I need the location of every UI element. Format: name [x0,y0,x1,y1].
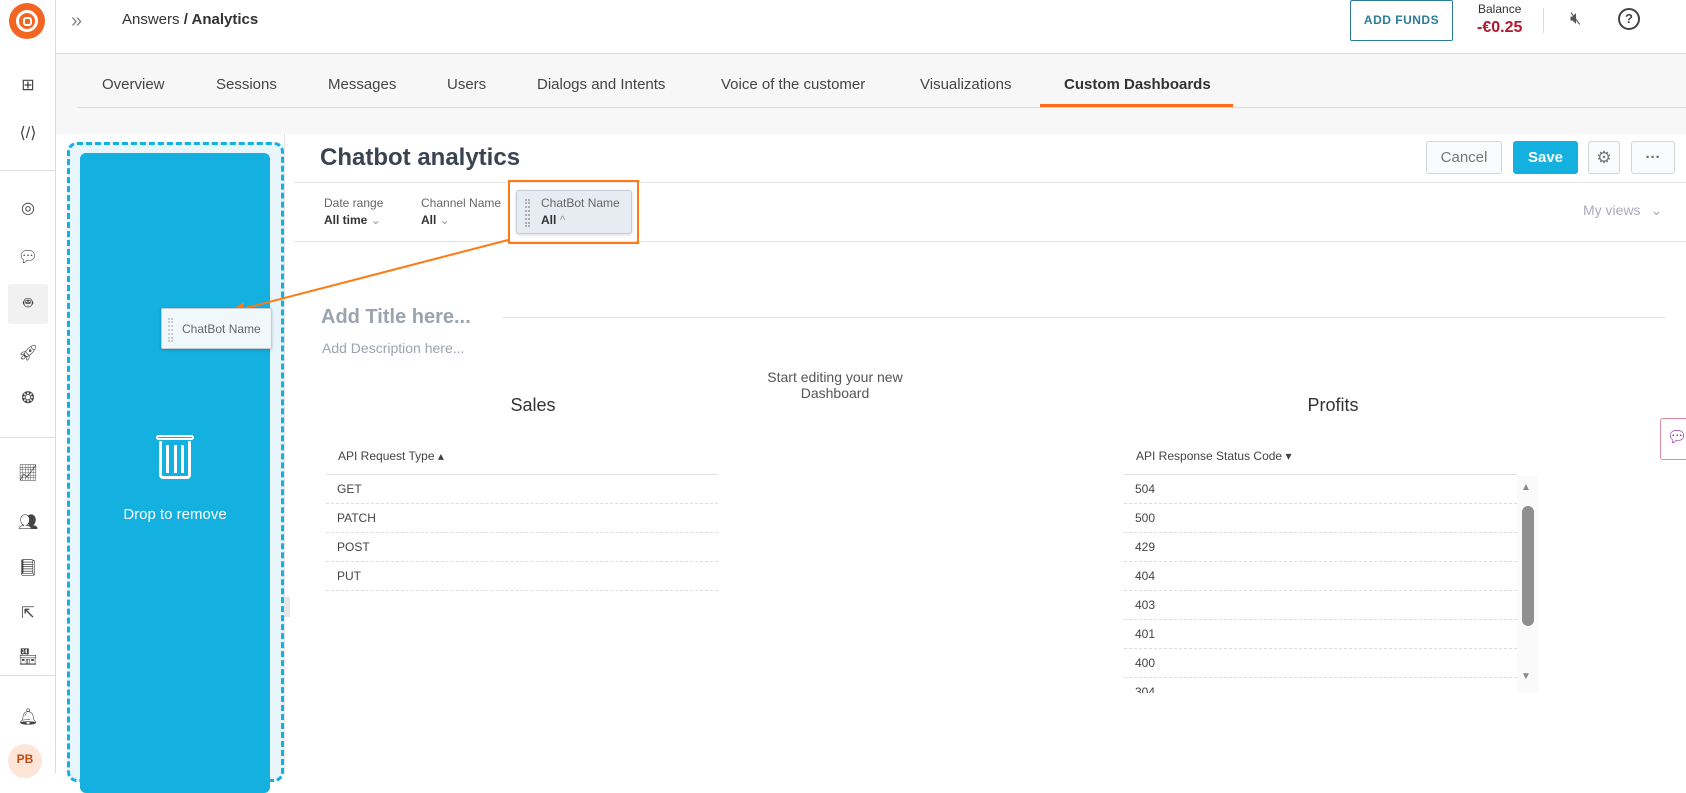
target-icon[interactable]: ◎ [8,188,48,228]
table-row[interactable]: POST [326,533,718,562]
table-row[interactable]: PATCH [326,504,718,533]
add-funds-button[interactable]: ADD FUNDS [1350,0,1453,41]
table-row[interactable]: 401 [1124,620,1517,649]
chevron-down-icon: ⌄ [439,213,450,227]
start-editing-label: Start editing your new Dashboard [767,369,903,401]
filter-chatbot-name[interactable]: ChatBot Name All ^ [516,190,632,234]
table-row[interactable]: PUT [326,562,718,591]
drag-handle-icon[interactable] [525,199,530,227]
scrollbar[interactable]: ▲ ▼ [1517,476,1538,693]
tab-sessions[interactable]: Sessions [216,76,277,93]
table-row[interactable]: GET [326,475,718,504]
table-row[interactable]: 429 [1124,533,1517,562]
table-row[interactable]: 403 [1124,591,1517,620]
cancel-button[interactable]: Cancel [1426,141,1502,174]
sort-desc-icon: ▾ [1285,449,1292,463]
code-icon[interactable]: ⟨/⟩ [8,113,48,153]
splitter-handle[interactable] [284,597,290,617]
column-header-api-request-type[interactable]: API Request Type ▴ [326,443,718,475]
bot-icon[interactable]: 🤖︎ [8,284,48,324]
sales-table: API Request Type ▴ GET PATCH POST PUT [326,443,718,591]
breadcrumb-current: Analytics [191,11,259,28]
chat-icon[interactable]: 💬︎ [8,237,48,277]
apps-add-icon[interactable]: ⊞ [8,65,48,105]
table-row[interactable]: 504 [1124,475,1517,504]
tab-overview[interactable]: Overview [102,76,165,93]
tab-custom-dashboards[interactable]: Custom Dashboards [1064,76,1211,93]
logo[interactable] [9,3,45,39]
save-button[interactable]: Save [1513,141,1578,174]
filter-date-range[interactable]: Date range All time ⌄ [324,196,383,227]
breadcrumb: Answers / Analytics [122,11,259,28]
analytics-icon[interactable]: 📈︎ [8,453,48,493]
more-button[interactable]: ··· [1631,141,1675,174]
my-views-dropdown[interactable]: My views ⌄ [1583,202,1662,219]
breadcrumb-parent[interactable]: Answers [122,11,180,28]
dashboard-title[interactable]: Chatbot analytics [320,144,520,172]
sort-asc-icon: ▴ [437,449,444,463]
chevron-down-icon: ⌄ [370,213,381,227]
scroll-up-icon: ▲ [1521,482,1531,493]
top-header: » Answers / Analytics ADD FUNDS Balance … [56,0,1686,54]
tab-voice-of-customer[interactable]: Voice of the customer [721,76,865,93]
mute-icon[interactable]: 🔇︎ [1570,8,1581,29]
scroll-down-icon: ▼ [1521,671,1531,682]
profits-table: API Response Status Code ▾ 504 500 429 404 4… [1124,443,1517,693]
balance-label: Balance [1478,2,1522,16]
scrollbar-thumb[interactable] [1522,506,1534,626]
drop-to-remove-label: Drop to remove [123,506,227,523]
help-icon[interactable]: ? [1618,8,1640,30]
store-icon[interactable]: 🏪︎ [8,637,48,677]
book-icon[interactable]: 📘︎ [8,548,48,588]
tab-dialogs-intents[interactable]: Dialogs and Intents [537,76,665,93]
rocket-icon[interactable]: 🚀︎ [8,333,48,373]
bell-icon[interactable]: 🔔︎ [8,697,48,737]
add-description-input[interactable]: Add Description here... [322,340,464,356]
sales-title: Sales [510,395,556,415]
column-header-api-response-status-code[interactable]: API Response Status Code ▾ [1124,443,1517,475]
export-icon[interactable]: ⇱ [8,593,48,633]
table-row[interactable]: 400 [1124,649,1517,678]
people-icon[interactable]: 👥︎ [8,502,48,542]
sidebar: ⊞ ⟨/⟩ ◎ 💬︎ 🤖︎ 🚀︎ ❂ 📈︎ 👥︎ 📘︎ ⇱ 🏪︎ 🔔︎ PB [0,0,56,778]
settings-gear-icon[interactable]: ⚙︎ [1588,141,1620,174]
balance-value: -€0.25 [1477,19,1523,36]
tab-visualizations[interactable]: Visualizations [920,76,1011,93]
feedback-button[interactable]: 💬︎ [1660,418,1686,460]
table-row[interactable]: 500 [1124,504,1517,533]
expand-icon[interactable]: » [71,10,82,33]
add-title-input[interactable]: Add Title here... [321,306,471,329]
table-row[interactable]: 304 [1124,678,1517,693]
drop-zone[interactable]: Drop to remove [67,142,284,793]
ai-icon[interactable]: ❂ [8,378,48,418]
drag-ghost-chatbot-name[interactable]: ChatBot Name [161,308,272,349]
table-row[interactable]: 404 [1124,562,1517,591]
profits-title: Profits [1307,395,1359,415]
tab-users[interactable]: Users [447,76,486,93]
filter-channel-name[interactable]: Channel Name All ⌄ [421,196,501,227]
tab-messages[interactable]: Messages [328,76,396,93]
trash-icon [156,435,194,479]
chevron-up-icon: ^ [559,213,566,227]
